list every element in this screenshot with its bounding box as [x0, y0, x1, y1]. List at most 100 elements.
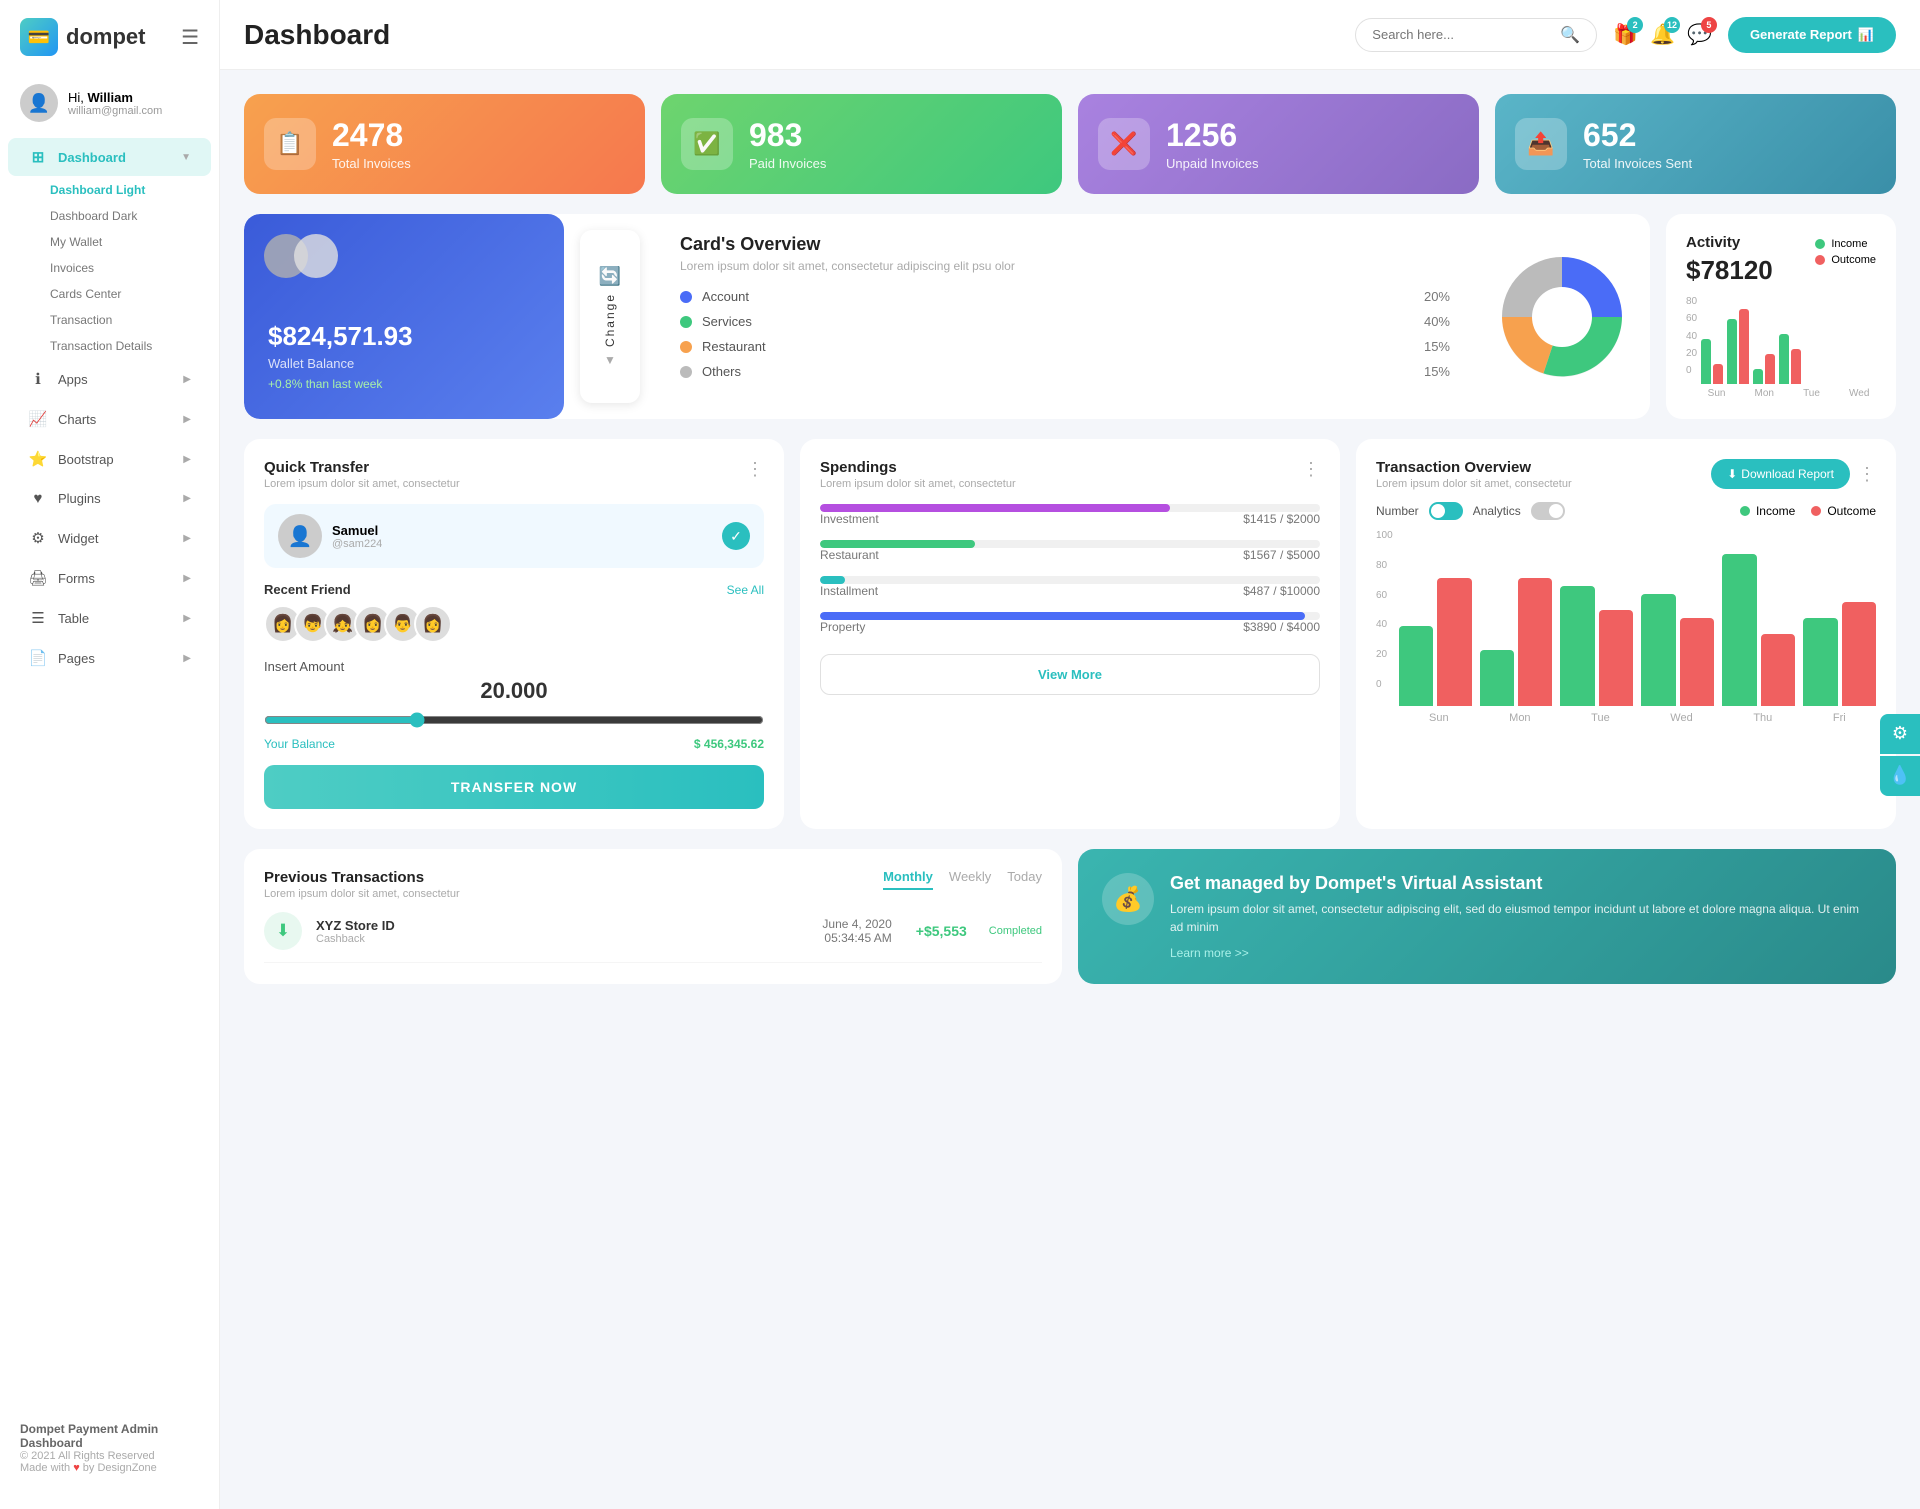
- outcome-dot: [1815, 255, 1825, 265]
- sidebar-item-charts[interactable]: 📈 Charts ▶: [8, 400, 211, 438]
- overview-items: Account 20% Services 40% Restaurant 15%: [680, 289, 1450, 379]
- unpaid-invoices-number: 1256: [1166, 117, 1259, 154]
- sidebar-item-cards-center[interactable]: Cards Center: [30, 281, 219, 307]
- total-sent-icon-wrap: 📤: [1515, 118, 1567, 170]
- prev-trans-header: Previous Transactions Lorem ipsum dolor …: [264, 869, 1042, 900]
- spendings-menu-icon[interactable]: ⋮: [1302, 459, 1320, 480]
- total-invoices-label: Total Invoices: [332, 156, 411, 171]
- sidebar-item-dashboard[interactable]: ⊞ Dashboard ▼: [8, 138, 211, 176]
- trans-sun-outcome: [1437, 578, 1471, 706]
- quick-transfer-menu-icon[interactable]: ⋮: [746, 459, 764, 480]
- sidebar-item-plugins[interactable]: ♥ Plugins ▶: [8, 480, 211, 517]
- sidebar-item-forms-label: Forms: [58, 571, 95, 586]
- stat-card-unpaid-invoices: ❌ 1256 Unpaid Invoices: [1078, 94, 1479, 194]
- sidebar-item-transaction[interactable]: Transaction: [30, 307, 219, 333]
- sidebar-item-widget[interactable]: ⚙ Widget ▶: [8, 519, 211, 557]
- apps-icon: ℹ: [28, 370, 48, 388]
- card-circles: [264, 234, 338, 278]
- logo-text: dompet: [66, 24, 145, 50]
- friend-avatars: 👩 👦 👧 👩 👨 👩: [264, 605, 764, 643]
- amount-slider[interactable]: [264, 712, 764, 728]
- pie-chart-svg: [1492, 247, 1632, 387]
- stat-card-total-invoices: 📋 2478 Total Invoices: [244, 94, 645, 194]
- transaction-overview-actions: ⬇ Download Report ⋮: [1711, 459, 1876, 489]
- property-amount: $3890 / $4000: [1243, 620, 1320, 634]
- card-overview-block: $824,571.93 Wallet Balance +0.8% than la…: [244, 214, 1650, 419]
- restaurant-amount: $1567 / $5000: [1243, 548, 1320, 562]
- search-input[interactable]: [1372, 27, 1552, 42]
- chevron-right-icon-3: ▶: [183, 454, 191, 465]
- analytics-toggle[interactable]: [1531, 502, 1565, 520]
- sidebar-footer: Dompet Payment Admin Dashboard © 2021 Al…: [0, 1407, 219, 1489]
- sidebar-item-invoices[interactable]: Invoices: [30, 255, 219, 281]
- sidebar-item-transaction-details[interactable]: Transaction Details: [30, 333, 219, 359]
- bell-icon-badge[interactable]: 🔔 12: [1650, 22, 1675, 47]
- activity-title: Activity: [1686, 234, 1773, 251]
- search-bar: 🔍: [1355, 18, 1597, 52]
- wed-income-bar: [1779, 334, 1789, 384]
- search-icon: 🔍: [1560, 25, 1580, 45]
- va-title: Get managed by Dompet's Virtual Assistan…: [1170, 873, 1872, 894]
- trans-income-legend: Income: [1740, 504, 1795, 518]
- water-float-button[interactable]: 💧: [1880, 756, 1920, 796]
- restaurant-dot: [680, 341, 692, 353]
- va-learn-more-link[interactable]: Learn more >>: [1170, 946, 1872, 960]
- installment-header: Installment $487 / $10000: [820, 584, 1320, 598]
- sidebar-item-bootstrap-label: Bootstrap: [58, 452, 114, 467]
- account-label: Account: [702, 289, 1414, 304]
- see-more-link[interactable]: See All: [727, 583, 764, 597]
- chat-icon-badge[interactable]: 💬 5: [1687, 22, 1712, 47]
- quick-transfer-title: Quick Transfer: [264, 459, 460, 476]
- settings-float-button[interactable]: ⚙: [1880, 714, 1920, 754]
- last-row: Previous Transactions Lorem ipsum dolor …: [244, 849, 1896, 984]
- transaction-menu-icon[interactable]: ⋮: [1858, 464, 1876, 485]
- friend-6[interactable]: 👩: [414, 605, 452, 643]
- sidebar-item-dashboard-light[interactable]: Dashboard Light: [30, 177, 219, 203]
- total-sent-label: Total Invoices Sent: [1583, 156, 1692, 171]
- hamburger-icon[interactable]: ☰: [181, 25, 199, 50]
- chevron-right-icon-4: ▶: [183, 493, 191, 504]
- tab-monthly[interactable]: Monthly: [883, 869, 933, 890]
- trans-bar-thu: [1722, 554, 1795, 706]
- spendings-panel: Spendings Lorem ipsum dolor sit amet, co…: [800, 439, 1340, 829]
- trans-bar-sun: [1399, 578, 1472, 706]
- sidebar-item-apps[interactable]: ℹ Apps ▶: [8, 360, 211, 398]
- income-legend: Income: [1815, 238, 1876, 250]
- sidebar-item-dashboard-label: Dashboard: [58, 150, 126, 165]
- sidebar-item-bootstrap[interactable]: ⭐ Bootstrap ▶: [8, 440, 211, 478]
- transfer-now-button[interactable]: TRANSFER NOW: [264, 765, 764, 809]
- logo-icon: 💳: [20, 18, 58, 56]
- total-sent-number: 652: [1583, 117, 1692, 154]
- sidebar-item-table[interactable]: ☰ Table ▶: [8, 599, 211, 637]
- sidebar-item-pages-label: Pages: [58, 651, 95, 666]
- tab-today[interactable]: Today: [1007, 869, 1042, 890]
- download-icon: ⬇: [1727, 467, 1737, 481]
- sidebar-item-my-wallet[interactable]: My Wallet: [30, 229, 219, 255]
- spending-restaurant: Restaurant $1567 / $5000: [820, 540, 1320, 562]
- change-button[interactable]: 🔄 Change ▼: [580, 230, 640, 403]
- sidebar-item-apps-label: Apps: [58, 372, 88, 387]
- chevron-down-icon: ▼: [181, 152, 191, 163]
- logo-area: 💳 dompet ☰: [0, 0, 219, 74]
- trans-name: XYZ Store ID: [316, 918, 395, 933]
- gift-icon-badge[interactable]: 🎁 2: [1613, 22, 1638, 47]
- sidebar-item-pages[interactable]: 📄 Pages ▶: [8, 639, 211, 677]
- transaction-overview-desc: Lorem ipsum dolor sit amet, consectetur: [1376, 478, 1572, 490]
- tab-weekly[interactable]: Weekly: [949, 869, 991, 890]
- trans-fri-outcome: [1842, 602, 1876, 706]
- restaurant-pct: 15%: [1424, 339, 1450, 354]
- services-pct: 40%: [1424, 314, 1450, 329]
- bar-pair-tue: [1753, 354, 1775, 384]
- trans-bar-tue: [1560, 586, 1633, 706]
- download-report-button[interactable]: ⬇ Download Report: [1711, 459, 1850, 489]
- sidebar-item-forms[interactable]: 🖨 Forms ▶: [8, 559, 211, 597]
- generate-report-button[interactable]: Generate Report 📊: [1728, 17, 1896, 53]
- plugins-icon: ♥: [28, 490, 48, 507]
- trans-income-label: Income: [1756, 504, 1795, 518]
- main-area: Dashboard 🔍 🎁 2 🔔 12 💬 5 Generate Report…: [220, 0, 1920, 1509]
- sidebar-item-dashboard-dark[interactable]: Dashboard Dark: [30, 203, 219, 229]
- number-toggle[interactable]: [1429, 502, 1463, 520]
- view-more-button[interactable]: View More: [820, 654, 1320, 695]
- analytics-toggle-knob: [1549, 504, 1563, 518]
- outcome-legend: Outcome: [1815, 254, 1876, 266]
